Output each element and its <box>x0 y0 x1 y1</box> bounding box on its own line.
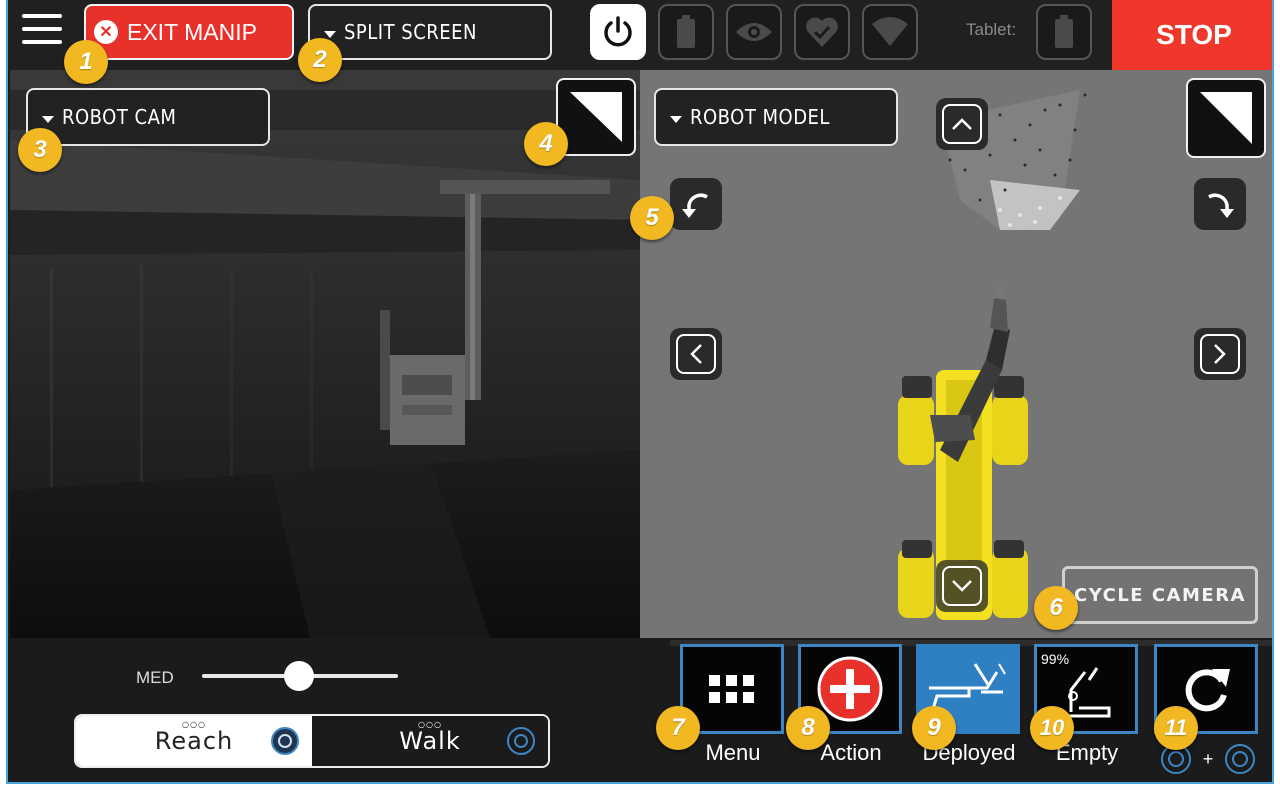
view-mode-label: ROBOT MODEL <box>690 105 830 129</box>
power-icon <box>604 16 632 47</box>
mode-walk-label: Walk <box>399 727 461 755</box>
rotate-left-button[interactable] <box>670 178 722 230</box>
power-button[interactable] <box>590 4 646 60</box>
expand-corner-icon <box>570 92 622 142</box>
rotate-right-button[interactable] <box>1194 178 1246 230</box>
pan-up-button[interactable] <box>936 98 988 150</box>
camera-source-label: ROBOT CAM <box>62 105 177 129</box>
battery-icon <box>677 15 695 48</box>
mode-walk-button[interactable]: ○○○ Walk <box>312 716 548 766</box>
robot-model-render <box>898 90 1087 620</box>
heart-icon <box>806 17 838 47</box>
callout-badge: 7 <box>656 706 700 750</box>
robot-model-view[interactable]: ROBOT MODEL CYCLE CAMERA <box>640 70 1272 638</box>
callout-badge: 9 <box>912 706 956 750</box>
rotate-left-icon <box>682 193 708 218</box>
mode-reach-label: Reach <box>154 727 234 755</box>
stop-button[interactable]: STOP <box>1112 0 1272 70</box>
mode-toggle[interactable]: ○○○ Reach ○○○ Walk <box>74 714 550 768</box>
exit-manip-label: EXIT MANIP <box>127 18 257 45</box>
battery-status-button[interactable] <box>658 4 714 60</box>
grid-menu-icon <box>709 675 754 703</box>
callout-badge: 10 <box>1030 706 1074 750</box>
callout-badge: 5 <box>630 196 674 240</box>
chevron-left-icon <box>676 334 716 374</box>
dots-indicator-icon: ○○○ <box>182 720 206 729</box>
joystick-icon <box>271 727 299 755</box>
callout-badge: 2 <box>298 38 342 82</box>
health-status-button[interactable] <box>794 4 850 60</box>
expand-corner-icon <box>1200 92 1252 144</box>
exit-manip-button[interactable]: ✕ EXIT MANIP <box>84 4 294 60</box>
callout-badge: 8 <box>786 706 830 750</box>
caret-down-icon <box>42 115 54 123</box>
speed-slider-thumb[interactable] <box>284 661 314 691</box>
top-bar: ✕ EXIT MANIP SPLIT SCREEN Tablet: STOP <box>8 0 1272 70</box>
pan-left-button[interactable] <box>670 328 722 380</box>
caret-down-icon <box>324 30 336 38</box>
tablet-label: Tablet: <box>966 20 1017 39</box>
pan-down-button[interactable] <box>936 560 988 612</box>
view-mode-dropdown[interactable]: ROBOT MODEL <box>654 88 898 146</box>
speed-label: MED <box>136 668 174 687</box>
chevron-right-icon <box>1200 334 1240 374</box>
bottom-control-bar: MED ○○○ Reach ○○○ Walk Menu Action Deplo… <box>8 638 1272 782</box>
joystick-icon <box>1224 744 1255 774</box>
callout-badge: 6 <box>1034 586 1078 630</box>
callout-badge: 1 <box>64 40 108 84</box>
tablet-battery-icon <box>1055 15 1073 48</box>
chevron-down-icon <box>942 566 982 606</box>
expand-left-view-button[interactable] <box>556 78 636 156</box>
eye-icon <box>736 23 772 41</box>
mode-reach-button[interactable]: ○○○ Reach <box>76 716 312 766</box>
app-frame: ✕ EXIT MANIP SPLIT SCREEN Tablet: STOP R… <box>6 0 1274 784</box>
expand-right-view-button[interactable] <box>1186 78 1266 158</box>
split-screen-dropdown[interactable]: SPLIT SCREEN <box>308 4 552 60</box>
chevron-up-icon <box>942 104 982 144</box>
pan-right-button[interactable] <box>1194 328 1246 380</box>
add-action-icon <box>817 656 883 722</box>
tablet-battery-button[interactable] <box>1036 4 1092 60</box>
joystick-icon <box>507 727 535 755</box>
callout-badge: 3 <box>18 128 62 172</box>
vision-status-button[interactable] <box>726 4 782 60</box>
rotate-right-icon <box>1208 193 1234 218</box>
close-icon: ✕ <box>94 20 118 44</box>
callout-badge: 11 <box>1154 706 1198 750</box>
camera-source-dropdown[interactable]: ROBOT CAM <box>26 88 270 146</box>
wifi-icon <box>872 17 908 46</box>
combo-plus-label: + <box>1202 748 1214 769</box>
split-screen-label: SPLIT SCREEN <box>344 20 477 44</box>
menu-hamburger-icon[interactable] <box>22 14 62 48</box>
cycle-camera-button[interactable]: CYCLE CAMERA <box>1062 566 1258 624</box>
callout-badge: 4 <box>524 122 568 166</box>
dots-indicator-icon: ○○○ <box>418 720 442 729</box>
caret-down-icon <box>670 115 682 123</box>
gripper-percent: 99% <box>1041 651 1070 667</box>
wifi-status-button[interactable] <box>862 4 918 60</box>
